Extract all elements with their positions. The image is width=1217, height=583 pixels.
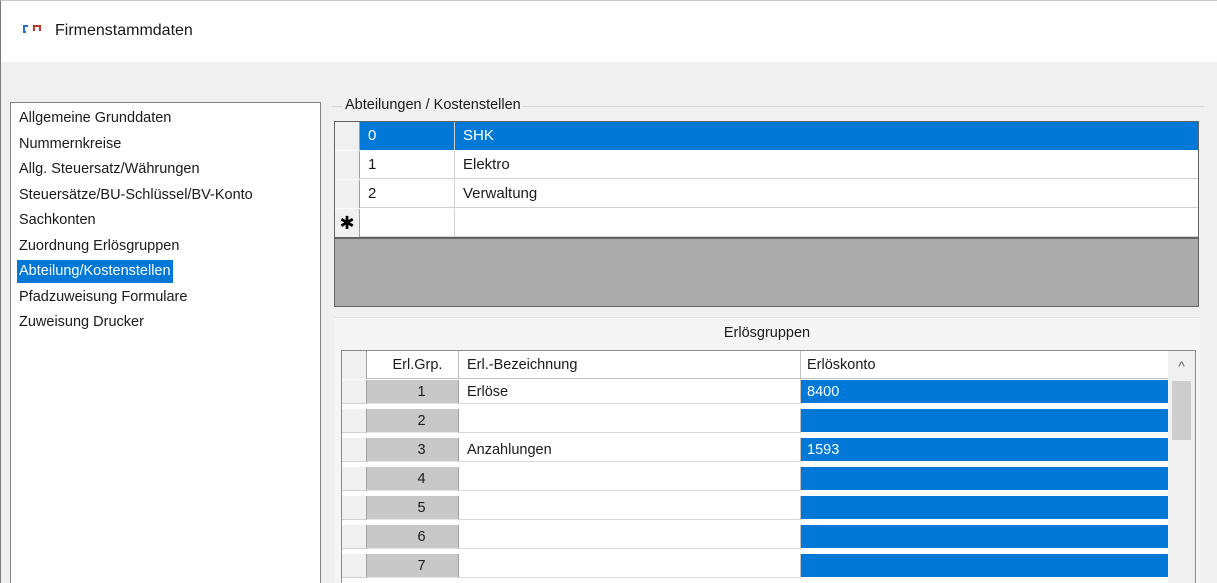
cell-abteilung-name[interactable]: Elektro bbox=[455, 151, 1198, 179]
cell-erl-grp: 5 bbox=[367, 496, 459, 520]
window-title: Firmenstammdaten bbox=[55, 22, 193, 39]
table-row[interactable]: 6 bbox=[342, 525, 1168, 549]
cell-abteilung-nr[interactable]: 1 bbox=[360, 151, 455, 179]
erloesgruppen-grid[interactable]: Erl.Grp. Erl.-Bezeichnung Erlöskonto 1 Er… bbox=[341, 350, 1196, 583]
nav-item[interactable]: Allg. Steuersatz/Währungen bbox=[17, 158, 202, 181]
cell-erl-bezeichnung[interactable]: Anzahlungen bbox=[459, 438, 801, 462]
cell-abteilung-name[interactable]: Verwaltung bbox=[455, 180, 1198, 208]
cell-erl-bezeichnung[interactable] bbox=[459, 554, 801, 578]
erloesgruppen-title: Erlösgruppen bbox=[723, 325, 811, 341]
row-selector[interactable] bbox=[342, 496, 367, 520]
cell-erl-grp: 3 bbox=[367, 438, 459, 462]
cell-erloeskonto[interactable] bbox=[801, 496, 1168, 520]
cell-abteilung-nr[interactable]: 2 bbox=[360, 180, 455, 208]
abteilungen-rows: 0 SHK 1 Elektro 2 Verwaltung ✱ bbox=[335, 122, 1198, 239]
cell-erl-bezeichnung[interactable] bbox=[459, 496, 801, 520]
table-row[interactable]: 0 SHK bbox=[335, 122, 1198, 150]
nav-item[interactable]: Zuweisung Drucker bbox=[17, 311, 146, 334]
new-row-asterisk-icon: ✱ bbox=[335, 209, 360, 237]
vertical-scrollbar[interactable]: ^ bbox=[1168, 351, 1195, 583]
column-header-erloeskonto[interactable]: Erlöskonto bbox=[801, 351, 1168, 379]
cell-erl-bezeichnung[interactable] bbox=[459, 467, 801, 491]
cell-erloeskonto[interactable]: 8400 bbox=[801, 380, 1168, 404]
column-header-erl-bezeichnung[interactable]: Erl.-Bezeichnung bbox=[459, 351, 801, 379]
table-row[interactable]: 7 bbox=[342, 554, 1168, 578]
nav-item[interactable]: Pfadzuweisung Formulare bbox=[17, 286, 189, 309]
cell-erl-grp: 4 bbox=[367, 467, 459, 491]
table-row[interactable]: 1 Erlöse 8400 bbox=[342, 380, 1168, 404]
cell-erl-grp: 1 bbox=[367, 380, 459, 404]
row-selector[interactable] bbox=[342, 467, 367, 491]
cell-erl-bezeichnung[interactable] bbox=[459, 409, 801, 433]
cell-erl-grp: 2 bbox=[367, 409, 459, 433]
scrollbar-thumb[interactable] bbox=[1172, 381, 1191, 440]
title-bar: Firmenstammdaten bbox=[1, 1, 1217, 62]
table-row[interactable]: 4 bbox=[342, 467, 1168, 491]
nav-item[interactable]: Steuersätze/BU-Schlüssel/BV-Konto bbox=[17, 184, 255, 207]
cell-erloeskonto[interactable] bbox=[801, 467, 1168, 491]
cell-abteilung-nr[interactable] bbox=[360, 209, 455, 237]
table-row[interactable]: 3 Anzahlungen 1593 bbox=[342, 438, 1168, 462]
abteilungen-grid[interactable]: 0 SHK 1 Elektro 2 Verwaltung ✱ bbox=[334, 121, 1199, 307]
cell-erl-bezeichnung[interactable]: Erlöse bbox=[459, 380, 801, 404]
abteilungen-legend: Abteilungen / Kostenstellen bbox=[343, 97, 523, 113]
row-selector[interactable] bbox=[342, 380, 367, 404]
nav-item[interactable]: Abteilung/Kostenstellen bbox=[17, 260, 173, 283]
new-row[interactable]: ✱ bbox=[335, 209, 1198, 237]
cell-erloeskonto[interactable] bbox=[801, 409, 1168, 433]
cell-erl-grp: 6 bbox=[367, 525, 459, 549]
cell-erl-bezeichnung[interactable] bbox=[459, 525, 801, 549]
app-window-icon bbox=[23, 25, 41, 33]
row-selector[interactable] bbox=[335, 151, 360, 179]
nav-item[interactable]: Nummernkreise bbox=[17, 133, 123, 156]
cell-erloeskonto[interactable] bbox=[801, 554, 1168, 578]
row-selector[interactable] bbox=[342, 438, 367, 462]
row-selector[interactable] bbox=[335, 122, 360, 150]
table-row[interactable]: 1 Elektro bbox=[335, 151, 1198, 179]
table-row[interactable]: 2 Verwaltung bbox=[335, 180, 1198, 208]
row-selector[interactable] bbox=[342, 525, 367, 549]
column-header-erl-grp[interactable]: Erl.Grp. bbox=[367, 351, 459, 379]
cell-erloeskonto[interactable]: 1593 bbox=[801, 438, 1168, 462]
nav-item[interactable]: Sachkonten bbox=[17, 209, 98, 232]
category-list[interactable]: Allgemeine Grunddaten Nummernkreise Allg. … bbox=[10, 102, 321, 583]
chevron-up-icon[interactable]: ^ bbox=[1168, 351, 1195, 379]
cell-erl-grp: 7 bbox=[367, 554, 459, 578]
nav-item[interactable]: Zuordnung Erlösgruppen bbox=[17, 235, 181, 258]
cell-abteilung-name[interactable] bbox=[455, 209, 1198, 237]
app-window: Firmenstammdaten Allgemeine Grunddaten Nu… bbox=[0, 0, 1217, 583]
erloesgruppen-header: Erl.Grp. Erl.-Bezeichnung Erlöskonto bbox=[342, 351, 1195, 379]
cell-abteilung-name[interactable]: SHK bbox=[455, 122, 1198, 150]
cell-erloeskonto[interactable] bbox=[801, 525, 1168, 549]
nav-item[interactable]: Allgemeine Grunddaten bbox=[17, 107, 173, 130]
table-row[interactable]: 5 bbox=[342, 496, 1168, 520]
row-selector[interactable] bbox=[342, 554, 367, 578]
row-selector[interactable] bbox=[342, 409, 367, 433]
row-selector-header bbox=[342, 351, 367, 379]
cell-abteilung-nr[interactable]: 0 bbox=[360, 122, 455, 150]
row-selector[interactable] bbox=[335, 180, 360, 208]
table-row[interactable]: 2 bbox=[342, 409, 1168, 433]
